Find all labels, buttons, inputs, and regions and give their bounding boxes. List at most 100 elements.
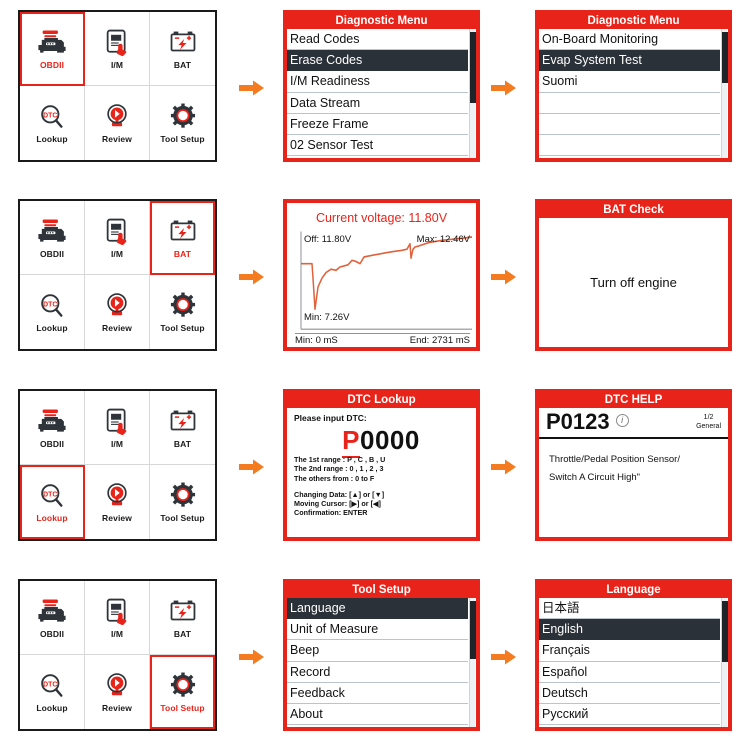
list-item[interactable]: I/M Readiness — [287, 71, 468, 93]
menu-cell-bat[interactable]: BAT — [150, 12, 215, 86]
list-item[interactable]: Data Stream — [287, 93, 468, 114]
list-item[interactable]: Русский — [539, 704, 720, 726]
menu-cell-bat[interactable]: BAT — [150, 201, 215, 275]
menu-cell-review[interactable]: Review — [85, 655, 150, 729]
scrollbar-thumb[interactable] — [722, 31, 728, 84]
menu-cell-im[interactable]: I/M — [85, 581, 150, 655]
menu-cell-obdii[interactable]: OBDII — [20, 12, 85, 86]
screen-dtc-lookup: DTC Lookup Please input DTC: P0000 The 1… — [283, 389, 480, 541]
menu-cell-tool-setup[interactable]: Tool Setup — [150, 655, 215, 729]
screen-title: DTC Lookup — [287, 393, 476, 408]
list-item[interactable]: Read Codes — [287, 29, 468, 51]
list-item[interactable]: Feedback — [287, 683, 468, 704]
menu-label-obdii: OBDII — [39, 628, 65, 639]
list-item[interactable]: Deutsch — [539, 683, 720, 704]
dtc-help-code-group: P0123 i — [546, 410, 629, 434]
menu-cell-im[interactable]: I/M — [85, 12, 150, 86]
scrollbar-thumb[interactable] — [470, 31, 476, 103]
menu-cell-bat[interactable]: BAT — [150, 581, 215, 655]
flow-row-dtc-lookup: OBDII I/M BAT DTC Lookup Review Tool Set… — [0, 379, 750, 567]
dtc-help-description-line: Throttle/Pedal Position Sensor/ — [549, 454, 680, 465]
scrollbar[interactable] — [469, 598, 476, 727]
gear-icon — [166, 102, 200, 132]
dtc-key-line: Moving Cursor: [▶] or [◀] — [294, 499, 381, 509]
dtc-code-input[interactable]: P0000 — [294, 425, 476, 458]
screen-body: Please input DTC: P0000 The 1st range : … — [287, 408, 476, 537]
bat-check-message: Turn off engine — [590, 275, 677, 290]
menu-label-review: Review — [102, 513, 132, 524]
menu-cell-lookup[interactable]: DTC Lookup — [20, 86, 85, 160]
menu-cell-obdii[interactable]: OBDII — [20, 391, 85, 465]
gear-icon — [166, 481, 200, 511]
dtc-help-description-line: Switch A Circuit High" — [549, 472, 641, 483]
screen-tool-setup: Tool Setup Language Unit of Measure Beep… — [283, 579, 480, 731]
dtc-key-line: Confirmation: ENTER — [294, 508, 368, 518]
menu-cell-lookup[interactable]: DTC Lookup — [20, 465, 85, 539]
menu-label-review: Review — [102, 134, 132, 145]
scrollbar-thumb[interactable] — [722, 600, 728, 663]
menu-label-review: Review — [102, 703, 132, 714]
scrollbar[interactable] — [721, 598, 728, 727]
list-item[interactable]: Evap System Test — [539, 50, 720, 72]
list-item[interactable]: Record — [287, 662, 468, 683]
list-item[interactable]: 02 Sensor Test — [287, 135, 468, 157]
menu-label-lookup: Lookup — [36, 134, 68, 145]
menu-label-lookup: Lookup — [36, 703, 68, 714]
list-item[interactable]: Language — [287, 598, 468, 620]
scrollbar-thumb[interactable] — [470, 600, 476, 659]
list-item[interactable]: Español — [539, 662, 720, 683]
menu-cell-im[interactable]: I/M — [85, 391, 150, 465]
menu-cell-im[interactable]: I/M — [85, 201, 150, 275]
svg-text:DTC: DTC — [43, 682, 57, 689]
dtc-help-page-info: 1/2 General — [696, 410, 721, 431]
list-item[interactable]: 日本語 — [539, 598, 720, 620]
dtc-hint-line: The others from : 0 to F — [294, 473, 375, 483]
scrollbar[interactable] — [721, 29, 728, 158]
menu-cell-review[interactable]: Review — [85, 275, 150, 349]
list-item[interactable]: About — [287, 704, 468, 726]
menu-label-bat: BAT — [173, 248, 192, 259]
main-menu-grid-row0: OBDII I/M BAT DTC Lookup Review Tool Set… — [18, 10, 217, 162]
menu-cell-obdii[interactable]: OBDII — [20, 201, 85, 275]
list-item[interactable]: Freeze Frame — [287, 114, 468, 135]
arrow-right-icon — [490, 455, 518, 479]
list-item[interactable]: Français — [539, 640, 720, 662]
clipboard-hand-icon — [100, 217, 134, 247]
engine-icon — [35, 217, 69, 247]
list-item[interactable]: Unit of Measure — [287, 619, 468, 641]
list-item[interactable]: Suomi — [539, 71, 720, 93]
menu-cell-bat[interactable]: BAT — [150, 391, 215, 465]
magnifier-dtc-icon: DTC — [35, 102, 69, 132]
menu-cell-tool-setup[interactable]: Tool Setup — [150, 86, 215, 160]
arrow-right-icon — [490, 645, 518, 669]
dtc-code-rest[interactable]: 0000 — [360, 425, 420, 455]
menu-cell-tool-setup[interactable]: Tool Setup — [150, 275, 215, 349]
screen-diagnostic-menu-1: Diagnostic Menu Read Codes Erase Codes I… — [283, 10, 480, 162]
screen-body: On-Board Monitoring Evap System Test Suo… — [539, 29, 728, 158]
menu-label-bat: BAT — [173, 628, 192, 639]
list-item[interactable]: Erase Codes — [287, 50, 468, 72]
menu-cell-tool-setup[interactable]: Tool Setup — [150, 465, 215, 539]
flow-row-tool-setup: OBDII I/M BAT DTC Lookup Review Tool Set… — [0, 569, 750, 750]
menu-cell-lookup[interactable]: DTC Lookup — [20, 655, 85, 729]
list-item[interactable]: On-Board Monitoring — [539, 29, 720, 51]
list-item[interactable]: English — [539, 619, 720, 641]
list-item — [539, 114, 720, 135]
menu-cell-obdii[interactable]: OBDII — [20, 581, 85, 655]
menu-label-im: I/M — [110, 248, 124, 259]
menu-cell-lookup[interactable]: DTC Lookup — [20, 275, 85, 349]
menu-label-bat: BAT — [173, 438, 192, 449]
flow-row-battery: OBDII I/M BAT DTC Lookup Review Tool Set… — [0, 189, 750, 377]
info-icon[interactable]: i — [615, 413, 629, 427]
dtc-code-prefix[interactable]: P — [342, 425, 360, 458]
menu-label-tool-setup: Tool Setup — [160, 703, 205, 714]
clipboard-hand-icon — [100, 597, 134, 627]
menu-cell-review[interactable]: Review — [85, 465, 150, 539]
play-circle-icon — [100, 291, 134, 321]
main-menu-grid-row1: OBDII I/M BAT DTC Lookup Review Tool Set… — [18, 199, 217, 351]
dtc-input-body: Please input DTC: P0000 The 1st range : … — [287, 408, 476, 537]
screen-body: Read Codes Erase Codes I/M Readiness Dat… — [287, 29, 476, 158]
scrollbar[interactable] — [469, 29, 476, 158]
list-item[interactable]: Beep — [287, 640, 468, 662]
menu-cell-review[interactable]: Review — [85, 86, 150, 160]
